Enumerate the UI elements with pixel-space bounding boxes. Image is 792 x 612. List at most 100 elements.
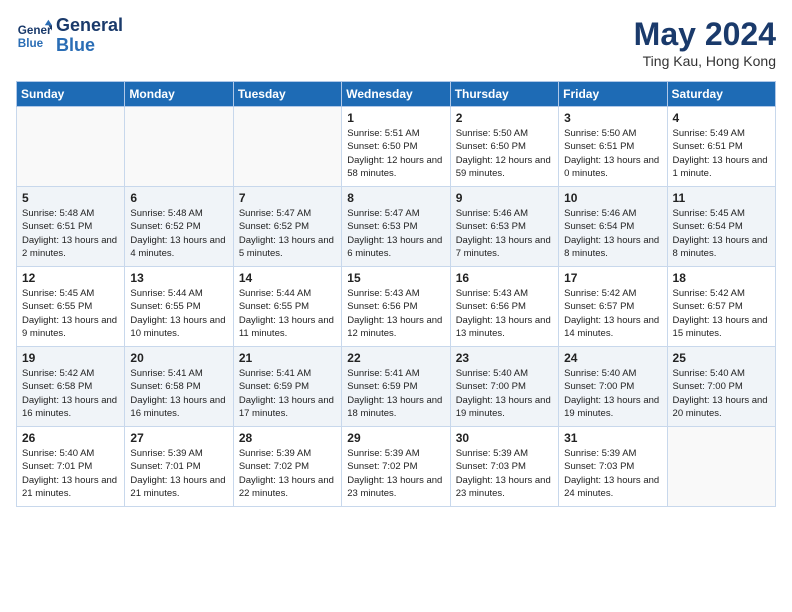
page-header: General Blue General Blue May 2024 Ting … [16, 16, 776, 69]
day-number: 10 [564, 191, 661, 205]
day-info: Sunrise: 5:47 AM Sunset: 6:52 PM Dayligh… [239, 207, 336, 260]
day-number: 2 [456, 111, 553, 125]
day-number: 30 [456, 431, 553, 445]
day-info: Sunrise: 5:43 AM Sunset: 6:56 PM Dayligh… [456, 287, 553, 340]
calendar-cell: 9 Sunrise: 5:46 AM Sunset: 6:53 PM Daylig… [450, 187, 558, 267]
calendar-cell [125, 107, 233, 187]
day-info: Sunrise: 5:43 AM Sunset: 6:56 PM Dayligh… [347, 287, 444, 340]
calendar-cell: 18 Sunrise: 5:42 AM Sunset: 6:57 PM Dayli… [667, 267, 775, 347]
calendar-cell: 25Sunrise: 5:40 AM Sunset: 7:00 PM Dayli… [667, 347, 775, 427]
day-info: Sunrise: 5:40 AM Sunset: 7:01 PM Dayligh… [22, 447, 119, 500]
calendar-header-day: Thursday [450, 82, 558, 107]
day-info: Sunrise: 5:42 AM Sunset: 6:57 PM Dayligh… [564, 287, 661, 340]
day-info: Sunrise: 5:45 AM Sunset: 6:55 PM Dayligh… [22, 287, 119, 340]
day-info: Sunrise: 5:46 AM Sunset: 6:53 PM Dayligh… [456, 207, 553, 260]
calendar-week-row: 19 Sunrise: 5:42 AM Sunset: 6:58 PM Dayli… [17, 347, 776, 427]
day-info: Sunrise: 5:44 AM Sunset: 6:55 PM Dayligh… [239, 287, 336, 340]
day-info: Sunrise: 5:48 AM Sunset: 6:51 PM Dayligh… [22, 207, 119, 260]
day-number: 7 [239, 191, 336, 205]
calendar-header-day: Wednesday [342, 82, 450, 107]
day-number: 22 [347, 351, 444, 365]
day-info: Sunrise: 5:42 AM Sunset: 6:58 PM Dayligh… [22, 367, 119, 420]
day-number: 27 [130, 431, 227, 445]
calendar-cell: 5 Sunrise: 5:48 AM Sunset: 6:51 PM Daylig… [17, 187, 125, 267]
day-number: 16 [456, 271, 553, 285]
day-number: 20 [130, 351, 227, 365]
day-number: 3 [564, 111, 661, 125]
day-info: Sunrise: 5:41 AM Sunset: 6:58 PM Dayligh… [130, 367, 227, 420]
calendar-body: 1 Sunrise: 5:51 AM Sunset: 6:50 PM Daylig… [17, 107, 776, 507]
calendar-header-day: Monday [125, 82, 233, 107]
calendar-week-row: 1 Sunrise: 5:51 AM Sunset: 6:50 PM Daylig… [17, 107, 776, 187]
calendar-table: SundayMondayTuesdayWednesdayThursdayFrid… [16, 81, 776, 507]
day-info: Sunrise: 5:40 AM Sunset: 7:00 PM Dayligh… [564, 367, 661, 420]
calendar-cell: 10Sunrise: 5:46 AM Sunset: 6:54 PM Dayli… [559, 187, 667, 267]
day-number: 13 [130, 271, 227, 285]
day-number: 12 [22, 271, 119, 285]
day-info: Sunrise: 5:48 AM Sunset: 6:52 PM Dayligh… [130, 207, 227, 260]
day-info: Sunrise: 5:47 AM Sunset: 6:53 PM Dayligh… [347, 207, 444, 260]
calendar-cell [17, 107, 125, 187]
day-number: 21 [239, 351, 336, 365]
calendar-cell: 22Sunrise: 5:41 AM Sunset: 6:59 PM Dayli… [342, 347, 450, 427]
calendar-cell: 2 Sunrise: 5:50 AM Sunset: 6:50 PM Daylig… [450, 107, 558, 187]
calendar-cell: 16 Sunrise: 5:43 AM Sunset: 6:56 PM Dayli… [450, 267, 558, 347]
calendar-week-row: 26 Sunrise: 5:40 AM Sunset: 7:01 PM Dayli… [17, 427, 776, 507]
location: Ting Kau, Hong Kong [634, 53, 776, 69]
day-info: Sunrise: 5:39 AM Sunset: 7:03 PM Dayligh… [456, 447, 553, 500]
day-number: 19 [22, 351, 119, 365]
logo-text-blue: Blue [56, 36, 123, 56]
calendar-cell: 11 Sunrise: 5:45 AM Sunset: 6:54 PM Dayli… [667, 187, 775, 267]
calendar-week-row: 12 Sunrise: 5:45 AM Sunset: 6:55 PM Dayli… [17, 267, 776, 347]
day-number: 15 [347, 271, 444, 285]
calendar-cell: 31Sunrise: 5:39 AM Sunset: 7:03 PM Dayli… [559, 427, 667, 507]
calendar-cell: 1 Sunrise: 5:51 AM Sunset: 6:50 PM Daylig… [342, 107, 450, 187]
day-number: 9 [456, 191, 553, 205]
calendar-cell: 6 Sunrise: 5:48 AM Sunset: 6:52 PM Daylig… [125, 187, 233, 267]
calendar-cell: 4Sunrise: 5:49 AM Sunset: 6:51 PM Daylig… [667, 107, 775, 187]
calendar-cell: 29Sunrise: 5:39 AM Sunset: 7:02 PM Dayli… [342, 427, 450, 507]
svg-text:Blue: Blue [18, 37, 44, 50]
calendar-cell: 15 Sunrise: 5:43 AM Sunset: 6:56 PM Dayli… [342, 267, 450, 347]
day-info: Sunrise: 5:40 AM Sunset: 7:00 PM Dayligh… [456, 367, 553, 420]
day-info: Sunrise: 5:39 AM Sunset: 7:02 PM Dayligh… [347, 447, 444, 500]
calendar-cell: 24 Sunrise: 5:40 AM Sunset: 7:00 PM Dayli… [559, 347, 667, 427]
calendar-cell: 26 Sunrise: 5:40 AM Sunset: 7:01 PM Dayli… [17, 427, 125, 507]
day-info: Sunrise: 5:50 AM Sunset: 6:50 PM Dayligh… [456, 127, 553, 180]
day-number: 6 [130, 191, 227, 205]
month-title: May 2024 [634, 16, 776, 53]
day-number: 11 [673, 191, 770, 205]
day-info: Sunrise: 5:39 AM Sunset: 7:01 PM Dayligh… [130, 447, 227, 500]
calendar-cell: 8 Sunrise: 5:47 AM Sunset: 6:53 PM Daylig… [342, 187, 450, 267]
svg-text:General: General [18, 24, 52, 37]
calendar-header-row: SundayMondayTuesdayWednesdayThursdayFrid… [17, 82, 776, 107]
day-number: 8 [347, 191, 444, 205]
calendar-header-day: Sunday [17, 82, 125, 107]
day-info: Sunrise: 5:39 AM Sunset: 7:02 PM Dayligh… [239, 447, 336, 500]
day-info: Sunrise: 5:49 AM Sunset: 6:51 PM Dayligh… [673, 127, 770, 180]
day-number: 26 [22, 431, 119, 445]
day-number: 1 [347, 111, 444, 125]
calendar-cell: 13 Sunrise: 5:44 AM Sunset: 6:55 PM Dayli… [125, 267, 233, 347]
day-info: Sunrise: 5:44 AM Sunset: 6:55 PM Dayligh… [130, 287, 227, 340]
day-info: Sunrise: 5:51 AM Sunset: 6:50 PM Dayligh… [347, 127, 444, 180]
calendar-header-day: Friday [559, 82, 667, 107]
calendar-cell [233, 107, 341, 187]
day-number: 28 [239, 431, 336, 445]
calendar-week-row: 5 Sunrise: 5:48 AM Sunset: 6:51 PM Daylig… [17, 187, 776, 267]
calendar-cell: 17 Sunrise: 5:42 AM Sunset: 6:57 PM Dayli… [559, 267, 667, 347]
day-number: 17 [564, 271, 661, 285]
day-info: Sunrise: 5:42 AM Sunset: 6:57 PM Dayligh… [673, 287, 770, 340]
day-number: 5 [22, 191, 119, 205]
calendar-header-day: Tuesday [233, 82, 341, 107]
day-number: 14 [239, 271, 336, 285]
day-number: 24 [564, 351, 661, 365]
day-number: 31 [564, 431, 661, 445]
calendar-cell [667, 427, 775, 507]
logo: General Blue General Blue [16, 16, 123, 56]
day-info: Sunrise: 5:45 AM Sunset: 6:54 PM Dayligh… [673, 207, 770, 260]
calendar-cell: 23Sunrise: 5:40 AM Sunset: 7:00 PM Dayli… [450, 347, 558, 427]
day-info: Sunrise: 5:50 AM Sunset: 6:51 PM Dayligh… [564, 127, 661, 180]
calendar-cell: 28 Sunrise: 5:39 AM Sunset: 7:02 PM Dayli… [233, 427, 341, 507]
day-number: 18 [673, 271, 770, 285]
